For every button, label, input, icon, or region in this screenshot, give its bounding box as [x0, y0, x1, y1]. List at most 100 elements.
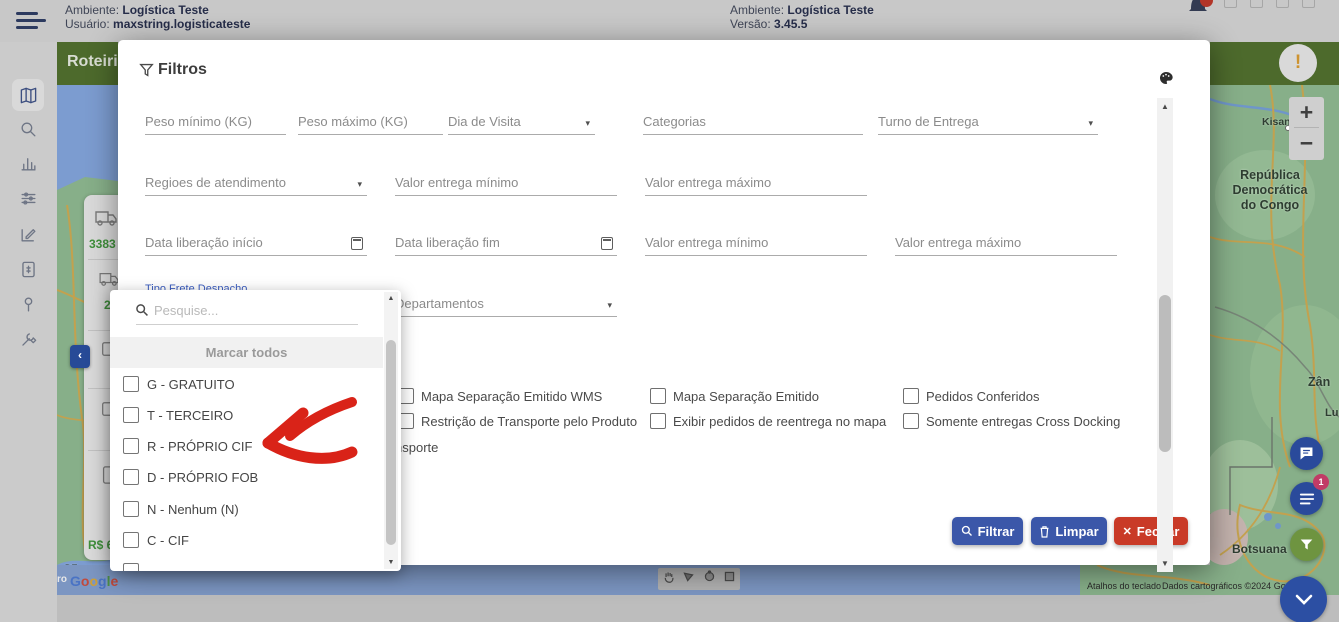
sliders-icon — [19, 189, 38, 208]
map-label-congo: República Democrática do Congo — [1215, 168, 1325, 213]
field-label: Dia de Visita — [448, 114, 521, 129]
settings-icon[interactable] — [1276, 0, 1289, 8]
checkbox[interactable] — [123, 469, 139, 485]
modal-scrollbar[interactable]: ▲ ▼ — [1157, 98, 1173, 572]
field-categorias[interactable]: Categorias — [643, 113, 863, 135]
field-label: Peso máximo (KG) — [298, 114, 408, 129]
alert-button[interactable]: ! — [1279, 44, 1317, 82]
chat-button[interactable] — [1290, 437, 1323, 470]
checkbox[interactable] — [650, 413, 666, 429]
circle-tool-icon[interactable] — [703, 570, 716, 588]
field-label: Regioes de atendimento — [145, 175, 286, 190]
select-all-option[interactable]: Marcar todos — [110, 337, 383, 368]
edit-icon[interactable] — [1250, 0, 1263, 8]
sidebar-item-map[interactable] — [12, 79, 44, 111]
limpar-button[interactable]: Limpar — [1031, 517, 1107, 545]
sidebar-item-search[interactable] — [12, 113, 44, 145]
rectangle-tool-icon[interactable] — [723, 570, 736, 588]
field-label: Peso mínimo (KG) — [145, 114, 252, 129]
scrollbar-thumb[interactable] — [386, 340, 396, 545]
profile-icon[interactable] — [1302, 0, 1315, 8]
scroll-down-icon[interactable]: ▼ — [384, 559, 398, 566]
checkbox[interactable] — [903, 388, 919, 404]
sidebar-item-filters[interactable] — [12, 182, 44, 214]
map-label-zambia: Zân — [1308, 375, 1330, 389]
search-input[interactable]: Pesquise... — [154, 303, 218, 318]
field-valor-entrega-maximo-1[interactable]: Valor entrega máximo — [645, 174, 867, 196]
google-logo[interactable]: Google — [70, 573, 118, 589]
field-data-liberacao-inicio[interactable]: Data liberação início — [145, 234, 367, 256]
field-turno-entrega[interactable]: Turno de Entrega ▾ — [878, 113, 1098, 135]
chevron-down-icon: ▾ — [357, 179, 362, 190]
modal-title: Filtros — [158, 61, 207, 79]
zoom-in-button[interactable]: + — [1289, 97, 1324, 127]
checkbox[interactable] — [123, 532, 139, 548]
field-label: Valor entrega mínimo — [395, 175, 518, 190]
field-label: Valor entrega máximo — [895, 235, 1021, 250]
checkbox-label: Mapa Separação Emitido WMS — [421, 389, 602, 404]
field-label: Data liberação início — [145, 235, 263, 250]
collapse-panel-button[interactable]: ‹ — [70, 345, 90, 368]
field-dia-visita[interactable]: Dia de Visita ▾ — [448, 113, 595, 135]
scroll-up-icon[interactable]: ▲ — [1157, 102, 1173, 111]
app-bar-right — [1210, 42, 1339, 85]
truck2-icon — [98, 271, 120, 292]
checkbox[interactable] — [123, 376, 139, 392]
checkbox[interactable] — [650, 388, 666, 404]
collapse-map-button[interactable] — [1280, 576, 1327, 622]
checkbox[interactable] — [123, 563, 139, 571]
field-label: Valor entrega máximo — [645, 175, 771, 190]
map-shortcuts-link[interactable]: Atalhos do teclado — [1087, 581, 1161, 591]
sidebar-item-invoice[interactable] — [12, 253, 44, 285]
tipo-frete-dropdown-panel: Pesquise... Marcar todos G - GRATUITO T … — [110, 290, 401, 571]
sidebar-item-reports[interactable] — [12, 147, 44, 179]
field-valor-entrega-minimo-1[interactable]: Valor entrega mínimo — [395, 174, 617, 196]
chevron-down-icon: ▾ — [585, 118, 590, 129]
field-label: Departamentos — [395, 296, 484, 311]
palette-icon[interactable] — [1158, 70, 1174, 91]
ambiente-value: Logística Teste — [122, 3, 208, 17]
map-filter-button[interactable] — [1290, 528, 1323, 561]
field-regioes-atendimento[interactable]: Regioes de atendimento ▾ — [145, 174, 367, 196]
filtrar-button[interactable]: Filtrar — [952, 517, 1023, 545]
calendar-icon[interactable] — [351, 237, 363, 250]
field-valor-entrega-minimo-2[interactable]: Valor entrega mínimo — [645, 234, 867, 256]
fechar-button[interactable]: ✕ Fechar — [1114, 517, 1188, 545]
sidebar-item-pin[interactable] — [12, 288, 44, 320]
checkbox[interactable] — [123, 407, 139, 423]
hamburger-menu-icon[interactable] — [16, 11, 46, 31]
versao-line: Versão: 3.45.5 — [730, 17, 807, 31]
checkbox[interactable] — [123, 501, 139, 517]
page-bottom-strip — [0, 595, 1339, 622]
field-valor-entrega-maximo-2[interactable]: Valor entrega máximo — [895, 234, 1117, 256]
scroll-up-icon[interactable]: ▲ — [384, 295, 398, 302]
pan-tool-icon[interactable] — [662, 570, 675, 589]
sidebar-bottom — [0, 595, 57, 622]
map-label-ro: ro — [57, 574, 67, 585]
scroll-down-icon[interactable]: ▼ — [1157, 559, 1173, 568]
map-label-lu: Lu — [1325, 407, 1338, 419]
calendar-icon[interactable] — [601, 237, 613, 250]
field-data-liberacao-fim[interactable]: Data liberação fim — [395, 234, 617, 256]
checkbox[interactable] — [123, 438, 139, 454]
partial-checkbox-label: nsporte — [395, 440, 438, 455]
scrollbar-thumb[interactable] — [1159, 295, 1171, 452]
field-peso-minimo[interactable]: Peso mínimo (KG) — [145, 113, 286, 135]
bar-chart-icon — [19, 154, 38, 173]
field-peso-maximo[interactable]: Peso máximo (KG) — [298, 113, 443, 135]
zoom-out-button[interactable]: − — [1289, 128, 1324, 158]
dropdown-scrollbar[interactable]: ▲ ▼ — [384, 292, 398, 569]
checkbox[interactable] — [903, 413, 919, 429]
option-label: T - TERCEIRO — [147, 408, 233, 423]
sidebar-item-edit[interactable] — [12, 218, 44, 250]
apps-icon[interactable] — [1224, 0, 1237, 8]
sidebar-item-tools[interactable] — [12, 323, 44, 355]
usuario-value: maxstring.logisticateste — [113, 17, 250, 31]
checkbox-label: Pedidos Conferidos — [926, 389, 1039, 404]
field-departamentos[interactable]: Departamentos ▾ — [395, 295, 617, 317]
ambiente-label: Ambiente: — [65, 3, 119, 17]
ambiente2-label: Ambiente: — [730, 3, 784, 17]
filtrar-label: Filtrar — [978, 524, 1015, 539]
polygon-tool-icon[interactable] — [682, 570, 695, 588]
map-right-strip[interactable]: Kisang República Democrática do Congo Zâ… — [1210, 85, 1339, 595]
